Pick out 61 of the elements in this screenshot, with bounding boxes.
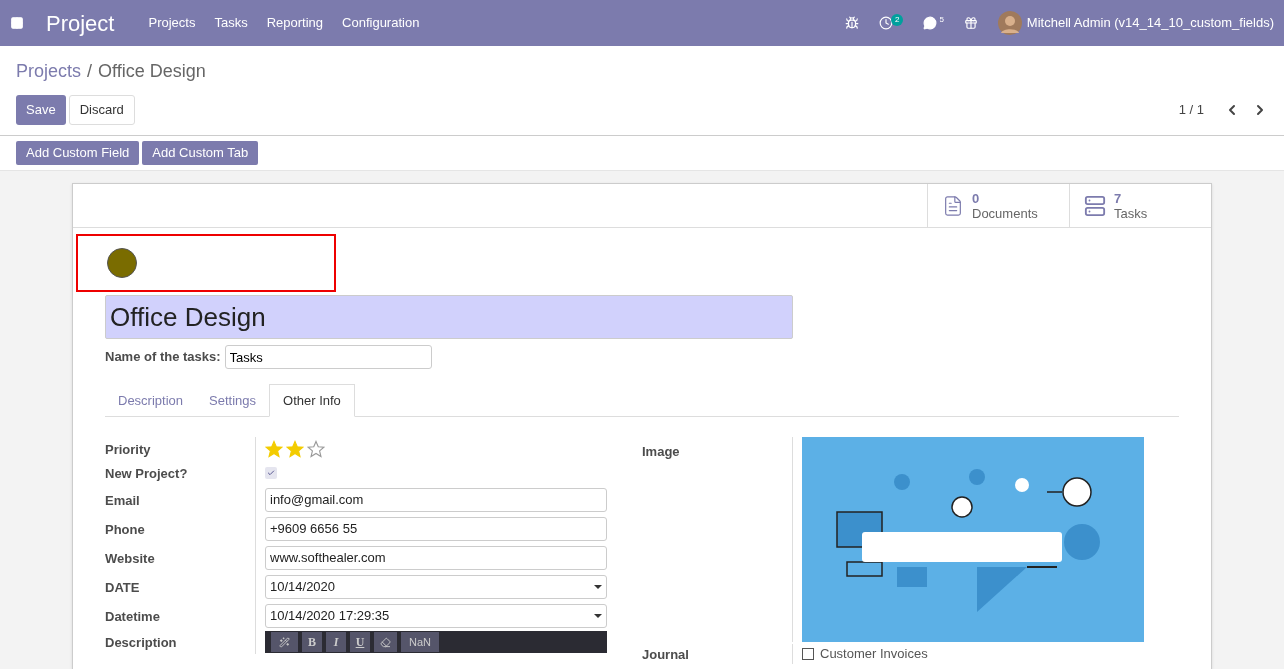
app-title: Project: [46, 9, 115, 38]
user-name[interactable]: Mitchell Admin (v14_14_10_custom_fields): [1026, 13, 1274, 33]
menu-item[interactable]: Projects: [148, 13, 196, 33]
breadcrumb-separator: /: [87, 60, 93, 83]
avatar: [997, 11, 1022, 35]
input-field[interactable]: +9609 6656 55: [265, 516, 607, 541]
format-button[interactable]: B: [302, 632, 322, 652]
activity-icon[interactable]: [878, 16, 893, 30]
star-icon[interactable]: [265, 440, 283, 458]
bug-icon[interactable]: [844, 16, 859, 30]
custom-button[interactable]: Add Custom Field: [16, 141, 140, 165]
checkbox[interactable]: [802, 648, 814, 660]
chat-icon[interactable]: [923, 16, 938, 30]
discard-button[interactable]: Discard: [68, 95, 135, 125]
document-icon: [942, 194, 964, 217]
field-label: DATE: [105, 579, 140, 595]
field-label: Name of the tasks:: [105, 348, 221, 367]
field-label: Datetime: [105, 608, 160, 624]
custom-button[interactable]: Add Custom Tab: [142, 141, 259, 165]
field-label: Phone: [105, 521, 145, 537]
breadcrumb-link[interactable]: Projects: [16, 58, 82, 85]
style-button[interactable]: [271, 632, 298, 652]
field-label: Description: [105, 635, 177, 650]
field-label: Website: [105, 550, 155, 566]
title-field[interactable]: Office Design: [105, 295, 793, 339]
menu-item[interactable]: Tasks: [214, 13, 248, 33]
field-label: Priority: [105, 442, 151, 457]
input-field[interactable]: info@gmail.com: [265, 487, 607, 512]
eraser-button[interactable]: [374, 632, 397, 652]
date-field[interactable]: 10/14/2020 17:29:35: [265, 603, 607, 628]
star-icon[interactable]: [286, 440, 304, 458]
format-button[interactable]: I: [326, 632, 346, 652]
eraser-icon: [380, 636, 391, 648]
message-count: 5: [939, 14, 944, 26]
format-button[interactable]: U: [350, 632, 370, 652]
form-tab[interactable]: Settings: [196, 384, 269, 417]
checkbox[interactable]: [265, 467, 277, 479]
menu-item[interactable]: Reporting: [266, 13, 324, 33]
form-tab[interactable]: Description: [105, 384, 197, 417]
field-label: New Project?: [105, 466, 188, 481]
check-icon: [267, 469, 275, 477]
field-label: Image: [642, 444, 680, 459]
form-tab[interactable]: Other Info: [269, 384, 355, 417]
activity-count-badge: 2: [890, 14, 904, 26]
save-button[interactable]: Save: [16, 95, 66, 125]
field-label: Email: [105, 492, 140, 508]
menu-item[interactable]: Configuration: [342, 13, 420, 33]
breadcrumb-current: Office Design: [98, 60, 206, 83]
magic-wand-icon: [279, 636, 290, 648]
field-label: Journal: [642, 647, 689, 662]
font-size-button[interactable]: NaN: [401, 632, 439, 652]
gift-icon[interactable]: [963, 16, 978, 30]
task-name-field[interactable]: Tasks: [224, 345, 432, 369]
smart-button[interactable]: 0 Documents: [927, 184, 1069, 227]
pager-text: 1 / 1: [1178, 101, 1204, 120]
date-field[interactable]: 10/14/2020: [265, 574, 607, 599]
star-icon[interactable]: [307, 440, 325, 458]
smart-button[interactable]: 7 Tasks: [1069, 184, 1211, 227]
input-field[interactable]: www.softhealer.com: [265, 545, 607, 570]
list-icon: [1084, 194, 1106, 217]
option-label: Customer Invoices: [820, 645, 928, 664]
